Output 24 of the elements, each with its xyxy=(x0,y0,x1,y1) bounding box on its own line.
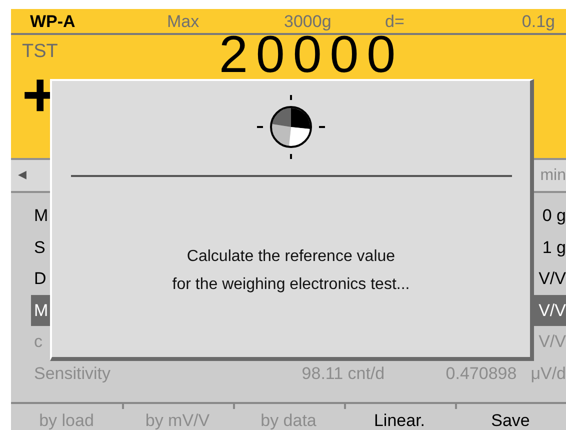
weight-value: 20000 xyxy=(219,29,404,81)
row-value: 0 g xyxy=(542,205,566,227)
mode-label: TST xyxy=(22,42,59,61)
dialog-message: for the weighing electronics test... xyxy=(172,275,410,295)
division-label: d= xyxy=(385,12,404,30)
model-label: WP-A xyxy=(30,12,76,30)
row-unit: μV/d xyxy=(530,362,566,384)
row-value: V/V xyxy=(538,331,566,353)
balance-icon xyxy=(256,95,326,159)
row-label: Sensitivity xyxy=(34,362,111,384)
row-value: 98.11 cnt/d xyxy=(302,362,386,384)
row-value: 0.470898 xyxy=(446,362,517,384)
left-arrow-icon[interactable]: ◀ xyxy=(18,167,26,184)
column-header: min xyxy=(540,166,566,186)
row-value: V/V xyxy=(538,300,566,322)
softkey-button[interactable]: Linear. xyxy=(344,404,455,430)
max-label: Max xyxy=(167,12,200,30)
row-label: M xyxy=(34,300,48,322)
division-value: 0.1g xyxy=(522,12,555,30)
max-value: 3000g xyxy=(284,12,332,30)
dialog-message: Calculate the reference value xyxy=(186,247,396,267)
softkey-button[interactable]: Save xyxy=(455,404,566,430)
row-label: c xyxy=(34,331,42,353)
row-label: M xyxy=(34,205,48,227)
